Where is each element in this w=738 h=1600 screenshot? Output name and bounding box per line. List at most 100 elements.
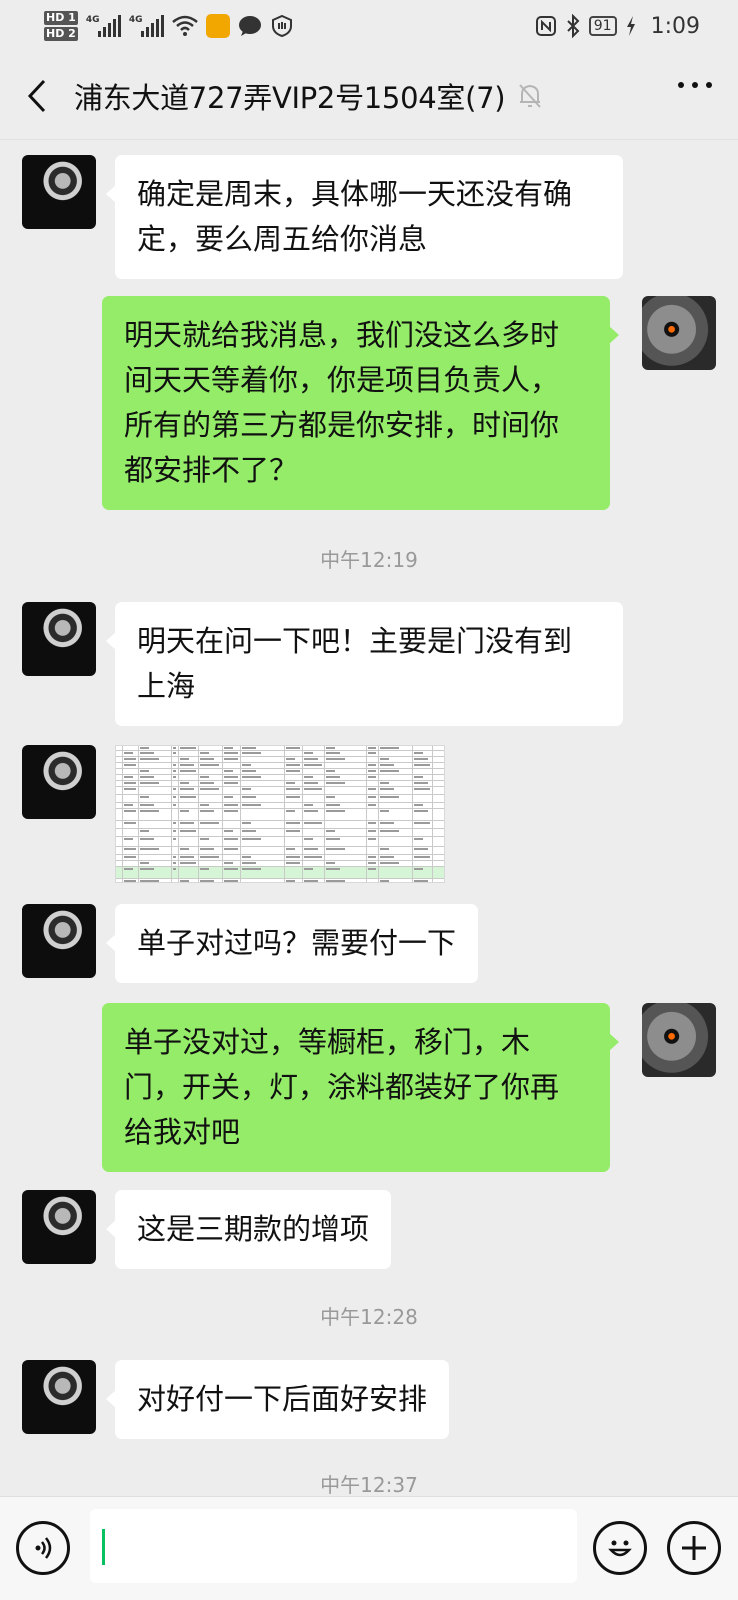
sheet-col bbox=[171, 746, 172, 750]
sheet-cell-text bbox=[286, 848, 295, 850]
sheet-col bbox=[171, 829, 172, 836]
sheet-cell-text bbox=[380, 796, 399, 798]
signal-icon-1: 4G bbox=[86, 15, 121, 37]
sheet-col bbox=[178, 803, 179, 808]
sheet-col bbox=[198, 867, 199, 878]
sheet-cell-text bbox=[368, 838, 376, 840]
sheet-col bbox=[178, 781, 179, 786]
sheet-cell-text bbox=[200, 868, 209, 870]
sheet-cell-text bbox=[286, 747, 300, 749]
sheet-col bbox=[284, 781, 285, 786]
sender-avatar[interactable] bbox=[22, 1360, 96, 1434]
sheet-col bbox=[198, 879, 199, 882]
more-dot bbox=[678, 82, 684, 88]
sheet-cell-text bbox=[304, 880, 318, 882]
sheet-col bbox=[284, 803, 285, 808]
sheet-col bbox=[284, 809, 285, 820]
sheet-col bbox=[178, 867, 179, 878]
sender-avatar[interactable] bbox=[22, 904, 96, 978]
message-bubble-in[interactable]: 对好付一下后面好安排 bbox=[105, 1360, 450, 1439]
sheet-col bbox=[178, 861, 179, 866]
sheet-cell-text bbox=[124, 880, 136, 882]
sheet-cell-text bbox=[173, 770, 176, 772]
sheet-cell-text bbox=[414, 848, 428, 850]
network-type-1: 4G bbox=[85, 15, 100, 25]
sheet-cell-text bbox=[414, 764, 430, 766]
sheet-cell-text bbox=[140, 804, 154, 806]
sheet-col bbox=[178, 855, 179, 860]
sheet-cell-text bbox=[242, 804, 261, 806]
sheet-cell-text bbox=[224, 796, 233, 798]
bell-off-icon bbox=[519, 83, 542, 108]
sheet-col bbox=[302, 775, 303, 780]
sheet-col bbox=[171, 763, 172, 768]
sheet-cell-text bbox=[180, 770, 196, 772]
sheet-col bbox=[412, 837, 413, 846]
sheet-col bbox=[138, 795, 139, 802]
sheet-col bbox=[324, 829, 325, 836]
message-bubble-in[interactable]: 这是三期款的增项 bbox=[105, 1190, 392, 1269]
sheet-col bbox=[171, 867, 172, 878]
sheet-col bbox=[122, 829, 123, 836]
sheet-cell-text bbox=[224, 782, 238, 784]
sheet-col bbox=[222, 769, 223, 774]
chat-header: 浦东大道727弄VIP2号1504室(7) bbox=[0, 52, 738, 140]
sheet-cell-text bbox=[414, 856, 430, 858]
sheet-col bbox=[378, 861, 379, 866]
sheet-cell-text bbox=[326, 838, 340, 840]
sheet-col bbox=[284, 751, 285, 756]
chat-title[interactable]: 浦东大道727弄VIP2号1504室(7) bbox=[74, 75, 506, 117]
sheet-col bbox=[366, 821, 367, 828]
sender-avatar[interactable] bbox=[22, 602, 96, 676]
sheet-col bbox=[378, 781, 379, 786]
back-button[interactable] bbox=[0, 52, 74, 140]
sender-avatar[interactable] bbox=[22, 1190, 96, 1264]
sheet-cell-text bbox=[124, 752, 133, 754]
sheet-col bbox=[222, 757, 223, 762]
emoji-button[interactable] bbox=[593, 1521, 647, 1575]
sheet-col bbox=[138, 746, 139, 750]
sheet-cell-text bbox=[304, 752, 313, 754]
message-bubble-in[interactable]: 明天在问一下吧！主要是门没有到 上海 bbox=[106, 602, 623, 726]
sheet-cell-text bbox=[124, 776, 133, 778]
spreadsheet-image-message[interactable] bbox=[115, 745, 445, 883]
sheet-cell-text bbox=[200, 880, 214, 882]
sender-avatar[interactable] bbox=[22, 155, 96, 229]
voice-button[interactable] bbox=[16, 1521, 70, 1575]
self-avatar[interactable] bbox=[642, 296, 716, 370]
sender-avatar[interactable] bbox=[22, 745, 96, 819]
sheet-col bbox=[222, 781, 223, 786]
message-bubble-in[interactable]: 确定是周末，具体哪一天还没有确 定，要么周五给你消息 bbox=[106, 155, 623, 279]
sheet-cell-text bbox=[304, 810, 318, 812]
message-line: 对好付一下后面好安排 bbox=[137, 1382, 428, 1416]
message-line: 这是三期款的增项 bbox=[137, 1212, 370, 1246]
sheet-cell-text bbox=[326, 862, 335, 864]
message-bubble-out[interactable]: 单子没对过，等橱柜，移门，木 门，开关，灯，涂料都装好了你再 给我对吧 bbox=[102, 1003, 619, 1172]
sheet-col bbox=[178, 821, 179, 828]
sheet-col bbox=[412, 809, 413, 820]
sheet-cell-text bbox=[380, 810, 389, 812]
message-input[interactable] bbox=[90, 1509, 577, 1583]
sheet-cell-text bbox=[368, 868, 376, 870]
sheet-col bbox=[432, 847, 433, 854]
more-button[interactable] bbox=[678, 82, 712, 88]
sheet-col bbox=[178, 837, 179, 846]
plus-button[interactable] bbox=[667, 1521, 721, 1575]
sheet-col bbox=[378, 746, 379, 750]
emoji-icon bbox=[608, 1540, 632, 1557]
message-bubble-in[interactable]: 单子对过吗？需要付一下 bbox=[105, 904, 479, 983]
sheet-col bbox=[432, 879, 433, 882]
sheet-cell-text bbox=[224, 880, 238, 882]
sheet-col bbox=[171, 837, 172, 846]
sheet-cell-text bbox=[224, 776, 238, 778]
sheet-cell-text bbox=[224, 838, 238, 840]
timestamp: 中午12:28 bbox=[320, 1305, 418, 1329]
sheet-col bbox=[122, 781, 123, 786]
sheet-cell-text bbox=[380, 862, 399, 864]
message-bubble-out[interactable]: 明天就给我消息，我们没这么多时 间天天等着你，你是项目负责人， 所有的第三方都是… bbox=[102, 296, 619, 510]
sheet-cell-text bbox=[242, 788, 251, 790]
sheet-row bbox=[116, 795, 444, 803]
self-avatar[interactable] bbox=[642, 1003, 716, 1077]
voice-icon bbox=[35, 1537, 52, 1559]
sheet-cell-text bbox=[173, 838, 176, 840]
